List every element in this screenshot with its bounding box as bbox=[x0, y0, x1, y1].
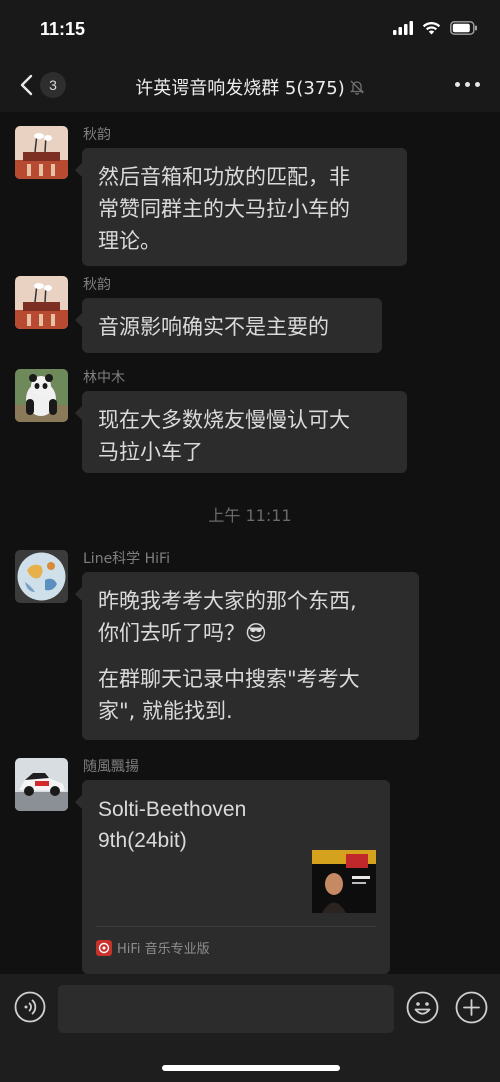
message-line bbox=[98, 649, 403, 663]
sender-name: 秋韵 bbox=[83, 277, 111, 293]
time-separator: 上午 11:11 bbox=[208, 506, 292, 525]
mute-bell-icon bbox=[349, 80, 364, 95]
message-bubble[interactable]: 然后音箱和功放的匹配，非 常赞同群主的大马拉小车的 理论。 bbox=[75, 148, 407, 266]
music-app-icon bbox=[96, 939, 112, 956]
nav-bar: 3 许英谔音响发烧群 5(375) bbox=[0, 60, 500, 112]
cellular-signal-icon bbox=[393, 21, 413, 35]
message-bubble[interactable]: 音源影响确实不是主要的 bbox=[75, 298, 382, 353]
message-line: 在群聊天记录中搜索"考考大 bbox=[98, 667, 360, 691]
chat-title[interactable]: 许英谔音响发烧群 5(375) bbox=[60, 74, 440, 100]
message-list[interactable]: 秋韵 然后音箱和功放的匹配，非 常赞同群主的大马拉小车的 理论。 秋韵 音源影响… bbox=[0, 112, 500, 974]
message-line: 音源影响确实不是主要的 bbox=[98, 315, 329, 339]
input-bar bbox=[0, 974, 500, 1082]
sender-name: 林中木 bbox=[83, 370, 125, 386]
more-dots-icon[interactable] bbox=[455, 82, 480, 87]
wechat-chat-screen: 11:15 3 许英谔音响发烧群 5(375) 秋韵 然后音箱和功放的匹配，非 … bbox=[0, 0, 500, 1082]
sender-name: Line科学 HiFi bbox=[83, 551, 170, 567]
avatar[interactable] bbox=[15, 758, 68, 811]
status-bar: 11:15 bbox=[0, 0, 500, 60]
message-line: 常赞同群主的大马拉小车的 bbox=[98, 197, 350, 221]
sender-name: 秋韵 bbox=[83, 127, 111, 143]
message-input[interactable] bbox=[58, 985, 394, 1033]
message-line: 你们去听了吗？😎 bbox=[98, 621, 267, 645]
avatar[interactable] bbox=[15, 369, 68, 422]
album-cover-thumbnail bbox=[312, 850, 376, 913]
message-line: 理论。 bbox=[98, 229, 161, 253]
emoji-icon[interactable] bbox=[406, 991, 439, 1024]
message-line: 然后音箱和功放的匹配，非 bbox=[98, 165, 350, 189]
message-line: 现在大多数烧友慢慢认可大 bbox=[98, 408, 350, 432]
plus-icon[interactable] bbox=[455, 991, 488, 1024]
message-line: 家", 就能找到. bbox=[98, 699, 233, 723]
message-bubble[interactable]: 现在大多数烧友慢慢认可大 马拉小车了 bbox=[75, 391, 407, 473]
message-bubble[interactable]: 昨晚我考考大家的那个东西, 你们去听了吗？😎 在群聊天记录中搜索"考考大 家",… bbox=[75, 572, 419, 740]
music-share-card[interactable]: Solti-Beethoven 9th(24bit) HiFi 音乐专业版 bbox=[75, 780, 390, 974]
voice-icon[interactable] bbox=[14, 991, 46, 1023]
back-chevron-icon[interactable] bbox=[16, 73, 38, 97]
music-card-title: Solti-Beethoven 9th(24bit) bbox=[98, 798, 247, 852]
card-source: HiFi 音乐专业版 bbox=[96, 938, 210, 957]
home-indicator bbox=[162, 1065, 340, 1071]
status-icons bbox=[393, 21, 478, 35]
card-divider bbox=[96, 926, 376, 927]
card-source-label: HiFi 音乐专业版 bbox=[117, 942, 210, 957]
chat-title-text: 许英谔音响发烧群 5(375) bbox=[135, 78, 345, 99]
battery-icon bbox=[450, 21, 477, 35]
sender-name: 随風飄揚 bbox=[83, 759, 139, 775]
avatar[interactable] bbox=[15, 276, 68, 329]
avatar[interactable] bbox=[15, 550, 68, 603]
avatar[interactable] bbox=[15, 126, 68, 179]
wifi-icon bbox=[422, 21, 441, 35]
message-line: 马拉小车了 bbox=[98, 440, 203, 464]
message-line: 昨晚我考考大家的那个东西, bbox=[98, 589, 357, 613]
status-time: 11:15 bbox=[40, 19, 86, 39]
